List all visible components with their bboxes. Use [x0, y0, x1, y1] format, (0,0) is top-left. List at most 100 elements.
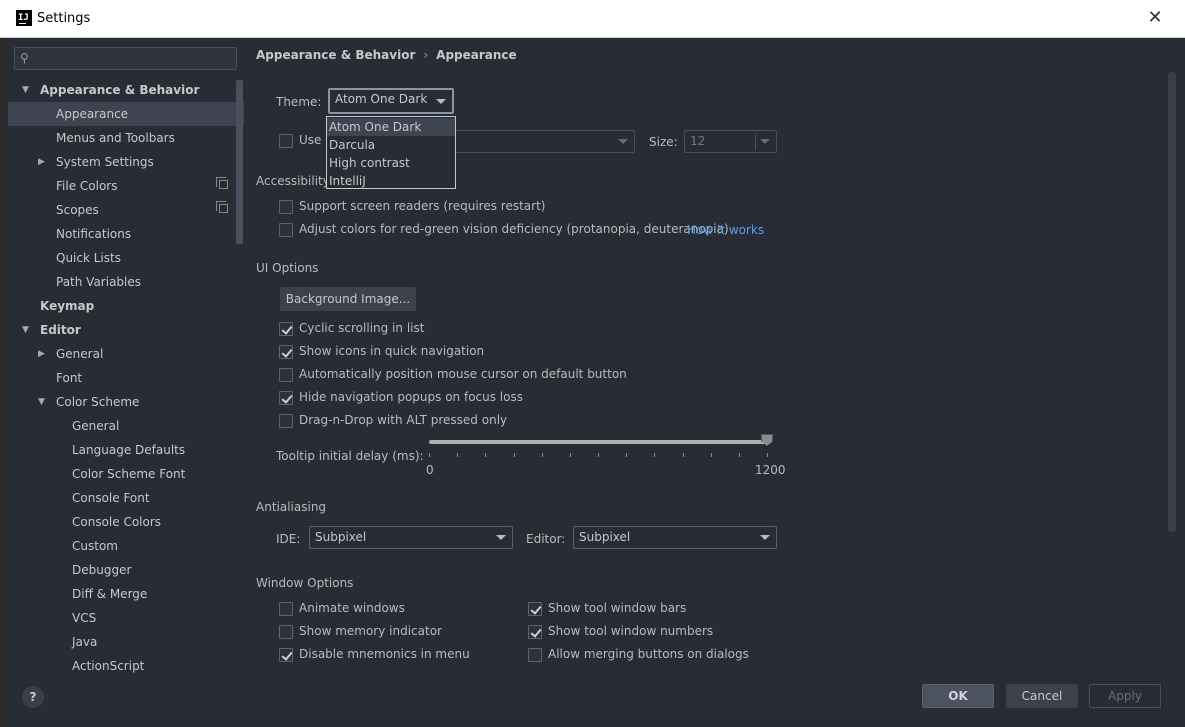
- checkbox-label: Disable mnemonics in menu: [299, 647, 470, 661]
- tree-item[interactable]: Debugger: [8, 558, 244, 582]
- expand-arrow-right-icon[interactable]: ▶: [38, 342, 45, 366]
- size-label: Size:: [649, 135, 678, 149]
- close-icon[interactable]: ✕: [1143, 6, 1167, 30]
- ide-antialiasing-select[interactable]: Subpixel: [309, 526, 513, 549]
- theme-label: Theme:: [276, 95, 322, 109]
- editor-antialiasing-value: Subpixel: [579, 530, 631, 544]
- chevron-down-icon: [760, 535, 770, 540]
- checkbox-label: Show tool window numbers: [548, 624, 714, 638]
- background-image-button[interactable]: Background Image...: [280, 287, 416, 311]
- checkbox-label: Drag-n-Drop with ALT pressed only: [299, 413, 508, 427]
- slider-tick: [541, 453, 543, 457]
- tree-item[interactable]: VCS: [8, 606, 244, 630]
- theme-option[interactable]: IntelliJ: [327, 172, 455, 190]
- tree-item[interactable]: Quick Lists: [8, 246, 244, 270]
- tree-item-label: Debugger: [72, 563, 132, 577]
- tree-item-label: Appearance: [56, 107, 129, 121]
- window-title: Settings: [37, 11, 91, 26]
- checkbox-checked-icon: [279, 391, 293, 405]
- font-size-select[interactable]: 12: [684, 130, 777, 153]
- checkbox-label: Animate windows: [299, 601, 405, 615]
- how-it-works-link[interactable]: How it works: [687, 223, 764, 237]
- slider-tick: [513, 453, 515, 457]
- breadcrumb-first[interactable]: Appearance & Behavior: [256, 48, 415, 62]
- expand-arrow-down-icon[interactable]: ▼: [22, 78, 29, 102]
- search-input[interactable]: ⚲: [14, 47, 237, 70]
- settings-tree-pane: ⚲ ▼ Appearance & Behavior Appearance Menus …: [8, 38, 248, 727]
- tree-item[interactable]: Scopes: [8, 198, 244, 222]
- tree-item[interactable]: Font: [8, 366, 244, 390]
- chevron-down-icon: [760, 139, 770, 144]
- checkbox-checked-icon: [528, 625, 542, 639]
- expand-arrow-down-icon[interactable]: ▼: [22, 318, 29, 342]
- tree-item[interactable]: Keymap: [8, 294, 244, 318]
- tree-item[interactable]: Appearance: [8, 102, 244, 126]
- theme-option[interactable]: Darcula: [327, 136, 455, 154]
- tree-item-label: Diff & Merge: [72, 587, 148, 601]
- tree-item[interactable]: Color Scheme Font: [8, 462, 244, 486]
- title-bar: IJ Settings ✕: [0, 0, 1185, 38]
- tree-item-label: Font: [56, 371, 83, 385]
- tree-item[interactable]: General: [8, 414, 244, 438]
- tree-item[interactable]: Java: [8, 630, 244, 654]
- checkbox-unchecked-icon: [279, 368, 293, 382]
- editor-label: Editor:: [526, 532, 566, 546]
- checkbox-checked-icon: [279, 648, 293, 662]
- tree-item-label: Console Font: [72, 491, 150, 505]
- theme-select[interactable]: Atom One Dark: [328, 88, 454, 114]
- font-select[interactable]: [448, 130, 635, 153]
- slider-tick: [710, 453, 712, 457]
- tree-item-label: Scopes: [56, 203, 99, 217]
- tree-item-label: Editor: [40, 323, 81, 337]
- tree-item[interactable]: ActionScript: [8, 654, 244, 678]
- tree-item[interactable]: ▼ Color Scheme: [8, 390, 244, 414]
- expand-arrow-down-icon[interactable]: ▼: [38, 390, 45, 414]
- tree-item[interactable]: ▶ General: [8, 342, 244, 366]
- tree-item-label: Console Colors: [72, 515, 162, 529]
- background-window-edge: [0, 38, 8, 727]
- slider-tick: [767, 453, 768, 457]
- cancel-button[interactable]: Cancel: [1006, 684, 1078, 708]
- slider-tick: [738, 453, 740, 457]
- content-scrollbar[interactable]: [1168, 72, 1176, 532]
- tree-item[interactable]: Language Defaults: [8, 438, 244, 462]
- tree-item-label: Color Scheme: [56, 395, 140, 409]
- tree-item[interactable]: ▶ System Settings: [8, 150, 244, 174]
- expand-arrow-right-icon[interactable]: ▶: [38, 150, 45, 174]
- tree-item[interactable]: Path Variables: [8, 270, 244, 294]
- tree-item-label: Quick Lists: [56, 251, 121, 265]
- tree-item[interactable]: ▼ Appearance & Behavior: [8, 78, 244, 102]
- tree-scrollbar[interactable]: [236, 80, 243, 244]
- accessibility-header: Accessibility: [256, 174, 330, 188]
- tree-item-label: General: [72, 419, 120, 433]
- tree-item[interactable]: ▼ Editor: [8, 318, 244, 342]
- slider-max-label: 1200: [755, 463, 786, 477]
- theme-option[interactable]: High contrast: [327, 154, 455, 172]
- project-scope-icon: [216, 201, 228, 213]
- tree-item-label: Color Scheme Font: [72, 467, 186, 481]
- tree-item[interactable]: Console Colors: [8, 510, 244, 534]
- help-button[interactable]: ?: [22, 686, 44, 708]
- editor-antialiasing-select[interactable]: Subpixel: [573, 526, 777, 549]
- tree-item[interactable]: Custom: [8, 534, 244, 558]
- window-options-header: Window Options: [256, 576, 354, 590]
- tooltip-delay-slider[interactable]: [429, 440, 769, 444]
- tree-item[interactable]: Menus and Toolbars: [8, 126, 244, 150]
- breadcrumb-separator: ›: [423, 48, 429, 62]
- theme-option[interactable]: Atom One Dark: [327, 118, 455, 136]
- slider-thumb[interactable]: [761, 434, 773, 446]
- slider-tick: [654, 453, 656, 457]
- apply-button[interactable]: Apply: [1089, 684, 1161, 708]
- checkbox-label: Show icons in quick navigation: [299, 344, 485, 358]
- tree-item-label: ActionScript: [72, 659, 145, 673]
- breadcrumb-current: Appearance: [436, 48, 517, 62]
- ok-button[interactable]: OK: [922, 684, 994, 708]
- tree-item[interactable]: Console Font: [8, 486, 244, 510]
- tree-item[interactable]: Notifications: [8, 222, 244, 246]
- tree-item[interactable]: Diff & Merge: [8, 582, 244, 606]
- tree-item-label: Language Defaults: [72, 443, 186, 457]
- slider-tick: [485, 453, 487, 457]
- tree-item-label: Path Variables: [56, 275, 142, 289]
- tree-item[interactable]: File Colors: [8, 174, 244, 198]
- tree-item-label: General: [56, 347, 104, 361]
